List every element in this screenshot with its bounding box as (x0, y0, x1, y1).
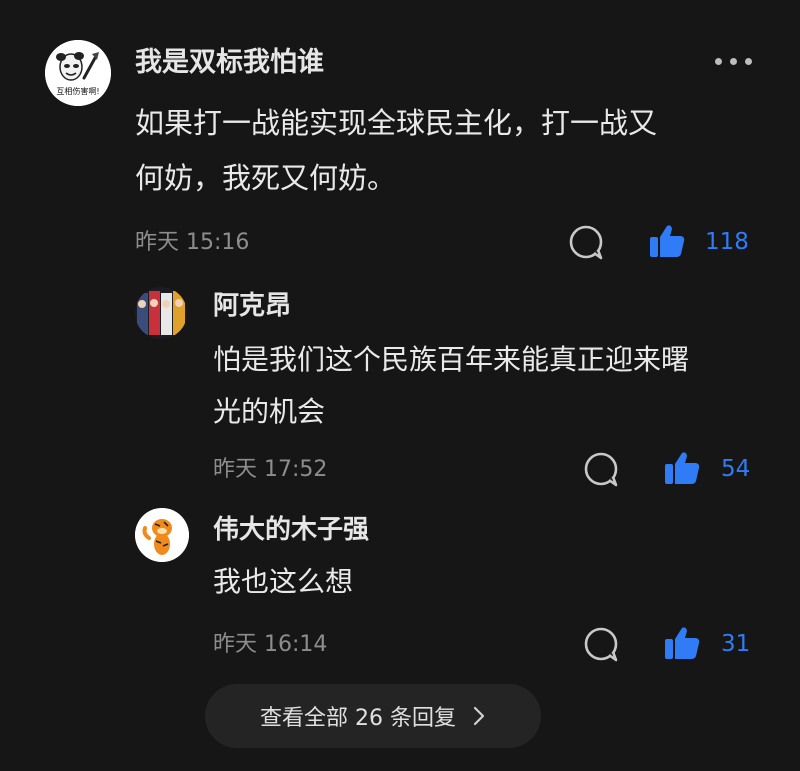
reply-text: 我也这么想 (213, 556, 353, 608)
avatar-caption: 互相伤害啊! (56, 87, 100, 96)
reply-button[interactable] (583, 626, 621, 664)
more-horizontal-icon (715, 58, 722, 65)
reply-author-name[interactable]: 阿克昂 (213, 288, 291, 324)
reply-button[interactable] (583, 451, 621, 489)
like-count: 54 (721, 456, 751, 482)
reply-timestamp: 昨天 16:14 (213, 632, 328, 657)
comment-bubble-icon (584, 452, 618, 487)
reply-text: 怕是我们这个民族百年来能真正迎来曙 光的机会 (213, 334, 689, 438)
more-options-button[interactable] (715, 58, 752, 65)
tigger-avatar-image (135, 508, 189, 562)
reply-button[interactable] (568, 224, 606, 262)
comment-text-line: 如果打一战能实现全球民主化，打一战又 (135, 106, 658, 140)
like-count: 31 (721, 631, 751, 657)
anime-group-avatar-image (135, 287, 187, 339)
comment-author-name[interactable]: 我是双标我怕谁 (135, 44, 324, 82)
comment-timestamp: 昨天 15:16 (135, 230, 250, 255)
like-button[interactable] (663, 449, 701, 487)
comment-text-line: 何妨，我死又何妨。 (135, 161, 397, 195)
like-count: 118 (705, 229, 749, 255)
reply-author-avatar[interactable] (135, 508, 189, 562)
view-all-replies-label: 查看全部 26 条回复 (260, 706, 456, 731)
reply-author-avatar[interactable] (135, 287, 187, 339)
reply-text-line: 光的机会 (213, 395, 326, 428)
like-button[interactable] (648, 222, 686, 260)
thumbs-up-icon (665, 627, 700, 659)
reply-text-line: 我也这么想 (213, 565, 354, 598)
chevron-right-icon (473, 706, 485, 726)
author-avatar[interactable]: 互相伤害啊! (45, 40, 111, 106)
reply-timestamp: 昨天 17:52 (213, 457, 328, 482)
thumbs-up-icon (650, 225, 685, 257)
view-all-replies-button[interactable]: 查看全部 26 条回复 (205, 684, 541, 748)
thumbs-up-icon (665, 452, 700, 484)
like-button[interactable] (663, 624, 701, 662)
reply-text-line: 怕是我们这个民族百年来能真正迎来曙 (213, 343, 690, 376)
comment-bubble-icon (584, 627, 618, 662)
reply-author-name[interactable]: 伟大的木子强 (213, 512, 369, 548)
comment-text: 如果打一战能实现全球民主化，打一战又 何妨，我死又何妨。 (135, 96, 657, 206)
comment-bubble-icon (569, 225, 603, 260)
